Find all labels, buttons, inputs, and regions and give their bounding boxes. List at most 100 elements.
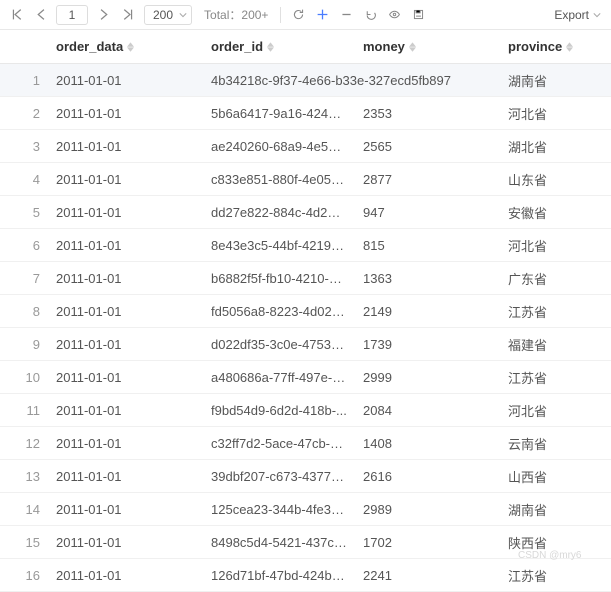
- cell-order-data[interactable]: 2011-01-01: [48, 304, 203, 319]
- revert-button[interactable]: [359, 4, 381, 26]
- cell-order-data[interactable]: 2011-01-01: [48, 73, 203, 88]
- page-last-button[interactable]: [116, 4, 138, 26]
- table-row[interactable]: 22011-01-015b6a6417-9a16-4243-9...2353河北…: [0, 97, 611, 130]
- table-row[interactable]: 162011-01-01126d71bf-47bd-424b-a...2241江…: [0, 559, 611, 592]
- page-prev-button[interactable]: [30, 4, 52, 26]
- cell-order-id[interactable]: c833e851-880f-4e05-9...: [203, 172, 355, 187]
- cell-index[interactable]: 9: [0, 337, 48, 352]
- cell-order-data[interactable]: 2011-01-01: [48, 106, 203, 121]
- preview-button[interactable]: [383, 4, 405, 26]
- cell-order-id[interactable]: c32ff7d2-5ace-47cb-82...: [203, 436, 355, 451]
- cell-order-data[interactable]: 2011-01-01: [48, 502, 203, 517]
- cell-money[interactable]: 1408: [355, 436, 500, 451]
- cell-index[interactable]: 16: [0, 568, 48, 583]
- cell-money[interactable]: 815: [355, 238, 500, 253]
- cell-province[interactable]: 湖南省: [500, 71, 611, 90]
- cell-money[interactable]: 947: [355, 205, 500, 220]
- table-row[interactable]: 132011-01-0139dbf207-c673-4377-b...2616山…: [0, 460, 611, 493]
- header-money[interactable]: money: [355, 39, 500, 54]
- cell-province[interactable]: 湖南省: [500, 500, 611, 519]
- cell-order-id[interactable]: a480686a-77ff-497e-9e...: [203, 370, 355, 385]
- table-row[interactable]: 52011-01-01dd27e822-884c-4d20-...947安徽省: [0, 196, 611, 229]
- cell-money[interactable]: 2999: [355, 370, 500, 385]
- table-row[interactable]: 42011-01-01c833e851-880f-4e05-9...2877山东…: [0, 163, 611, 196]
- cell-order-data[interactable]: 2011-01-01: [48, 535, 203, 550]
- cell-money[interactable]: 2989: [355, 502, 500, 517]
- cell-province[interactable]: 河北省: [500, 401, 611, 420]
- delete-button[interactable]: [335, 4, 357, 26]
- cell-order-id[interactable]: b6882f5f-fb10-4210-9e...: [203, 271, 355, 286]
- cell-order-id[interactable]: 5b6a6417-9a16-4243-9...: [203, 106, 355, 121]
- cell-province[interactable]: 江苏省: [500, 368, 611, 387]
- cell-money[interactable]: 1739: [355, 337, 500, 352]
- page-next-button[interactable]: [92, 4, 114, 26]
- cell-province[interactable]: 江苏省: [500, 566, 611, 585]
- cell-province[interactable]: 河北省: [500, 104, 611, 123]
- table-row[interactable]: 112011-01-01f9bd54d9-6d2d-418b-...2084河北…: [0, 394, 611, 427]
- cell-index[interactable]: 12: [0, 436, 48, 451]
- cell-money[interactable]: 1702: [355, 535, 500, 550]
- table-row[interactable]: 142011-01-01125cea23-344b-4fe3-a...2989湖…: [0, 493, 611, 526]
- cell-province[interactable]: 河北省: [500, 236, 611, 255]
- page-size-select[interactable]: 200: [144, 5, 192, 25]
- cell-order-data[interactable]: 2011-01-01: [48, 370, 203, 385]
- export-button[interactable]: Export: [550, 8, 605, 22]
- cell-index[interactable]: 11: [0, 403, 48, 418]
- table-row[interactable]: 62011-01-018e43e3c5-44bf-4219-8...815河北省: [0, 229, 611, 262]
- cell-index[interactable]: 15: [0, 535, 48, 550]
- cell-money[interactable]: 2241: [355, 568, 500, 583]
- cell-province[interactable]: 湖北省: [500, 137, 611, 156]
- cell-order-id[interactable]: d022df35-3c0e-4753-b...: [203, 337, 355, 352]
- add-button[interactable]: [311, 4, 333, 26]
- cell-money[interactable]: 2149: [355, 304, 500, 319]
- cell-order-id[interactable]: 8498c5d4-5421-437c-a...: [203, 535, 355, 550]
- cell-province[interactable]: 山西省: [500, 467, 611, 486]
- cell-order-data[interactable]: 2011-01-01: [48, 271, 203, 286]
- cell-index[interactable]: 7: [0, 271, 48, 286]
- cell-province[interactable]: 江苏省: [500, 302, 611, 321]
- cell-order-id[interactable]: 126d71bf-47bd-424b-a...: [203, 568, 355, 583]
- cell-order-data[interactable]: 2011-01-01: [48, 139, 203, 154]
- cell-index[interactable]: 2: [0, 106, 48, 121]
- cell-order-id[interactable]: 125cea23-344b-4fe3-a...: [203, 502, 355, 517]
- page-current-input[interactable]: [56, 5, 88, 25]
- cell-order-data[interactable]: 2011-01-01: [48, 568, 203, 583]
- table-row[interactable]: 12011-01-014b34218c-9f37-4e66-b33e-327ec…: [0, 64, 611, 97]
- refresh-button[interactable]: [287, 4, 309, 26]
- table-row[interactable]: 122011-01-01c32ff7d2-5ace-47cb-82...1408…: [0, 427, 611, 460]
- cell-money[interactable]: 2877: [355, 172, 500, 187]
- cell-index[interactable]: 13: [0, 469, 48, 484]
- cell-order-id[interactable]: fd5056a8-8223-4d02-9...: [203, 304, 355, 319]
- cell-order-id[interactable]: 4b34218c-9f37-4e66-b33e-327ecd5fb897: [203, 73, 355, 88]
- table-row[interactable]: 82011-01-01fd5056a8-8223-4d02-9...2149江苏…: [0, 295, 611, 328]
- cell-order-data[interactable]: 2011-01-01: [48, 436, 203, 451]
- cell-province[interactable]: 广东省: [500, 269, 611, 288]
- cell-province[interactable]: 山东省: [500, 170, 611, 189]
- table-row[interactable]: 92011-01-01d022df35-3c0e-4753-b...1739福建…: [0, 328, 611, 361]
- table-row[interactable]: 72011-01-01b6882f5f-fb10-4210-9e...1363广…: [0, 262, 611, 295]
- cell-index[interactable]: 4: [0, 172, 48, 187]
- cell-money[interactable]: 2084: [355, 403, 500, 418]
- cell-order-data[interactable]: 2011-01-01: [48, 469, 203, 484]
- cell-money[interactable]: 2616: [355, 469, 500, 484]
- cell-order-data[interactable]: 2011-01-01: [48, 403, 203, 418]
- cell-province[interactable]: 陕西省: [500, 533, 611, 552]
- cell-order-id[interactable]: ae240260-68a9-4e59-b...: [203, 139, 355, 154]
- cell-index[interactable]: 3: [0, 139, 48, 154]
- cell-index[interactable]: 1: [0, 73, 48, 88]
- header-province[interactable]: province: [500, 39, 611, 54]
- cell-index[interactable]: 10: [0, 370, 48, 385]
- cell-index[interactable]: 6: [0, 238, 48, 253]
- cell-order-data[interactable]: 2011-01-01: [48, 238, 203, 253]
- cell-order-data[interactable]: 2011-01-01: [48, 172, 203, 187]
- cell-province[interactable]: 安徽省: [500, 203, 611, 222]
- cell-order-id[interactable]: f9bd54d9-6d2d-418b-...: [203, 403, 355, 418]
- cell-order-id[interactable]: 8e43e3c5-44bf-4219-8...: [203, 238, 355, 253]
- save-button[interactable]: [407, 4, 429, 26]
- cell-index[interactable]: 5: [0, 205, 48, 220]
- cell-province[interactable]: 云南省: [500, 434, 611, 453]
- cell-money[interactable]: 2565: [355, 139, 500, 154]
- cell-index[interactable]: 8: [0, 304, 48, 319]
- page-first-button[interactable]: [6, 4, 28, 26]
- cell-order-id[interactable]: dd27e822-884c-4d20-...: [203, 205, 355, 220]
